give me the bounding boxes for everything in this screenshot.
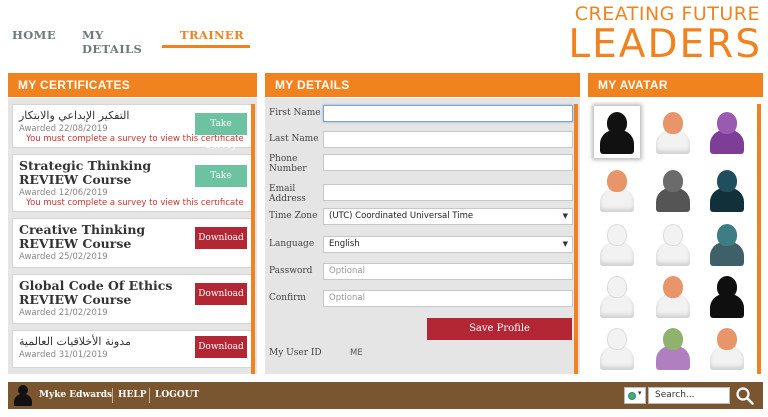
- avatar-head: [663, 276, 683, 298]
- avatar-head: [717, 224, 737, 246]
- avatar-man-ghutra[interactable]: [594, 218, 640, 270]
- email-input[interactable]: [323, 184, 573, 201]
- user-id-label: My User ID: [269, 348, 322, 358]
- avatar-head: [717, 112, 737, 134]
- search-icon[interactable]: [735, 386, 755, 406]
- details-scrollbar[interactable]: [574, 104, 578, 374]
- language-switcher[interactable]: ▾: [624, 387, 646, 404]
- save-profile-button[interactable]: Save Profile: [427, 318, 572, 340]
- download-button[interactable]: Download: [195, 227, 247, 249]
- email-label: Email Address: [269, 184, 306, 204]
- user-name-link[interactable]: Myke Edwards: [39, 382, 112, 409]
- globe-icon: [628, 392, 636, 400]
- avatar-black-hijab[interactable]: [594, 106, 640, 158]
- avatar-head: [717, 328, 737, 350]
- password-label: Password: [269, 266, 313, 276]
- avatar-head: [607, 112, 627, 134]
- avatar-teal-hijab[interactable]: [704, 218, 750, 270]
- avatar-head: [607, 276, 627, 298]
- chevron-down-icon: ▼: [562, 212, 568, 220]
- avatar-teal-niqab[interactable]: [704, 164, 750, 216]
- details-form: First Name Last Name Phone Number Email …: [265, 98, 580, 374]
- password-input[interactable]: Optional: [323, 263, 573, 280]
- avatar-man-red-ghutra[interactable]: [594, 270, 640, 322]
- avatar-head: [663, 170, 683, 192]
- language-label: Language: [269, 239, 315, 249]
- avatar-head: [663, 328, 683, 350]
- language-value: English: [329, 239, 360, 249]
- certificate-awarded: Awarded 25/02/2019: [19, 252, 108, 262]
- avatar-head: [717, 170, 737, 192]
- timezone-label: Time Zone: [269, 211, 318, 221]
- avatar-man-ghutra-2[interactable]: [594, 322, 640, 374]
- take-survey-button[interactable]: Take Survey: [195, 113, 247, 151]
- take-survey-button[interactable]: Take Survey: [195, 165, 247, 203]
- certificate-title: التفكير الإبداعي والابتكار: [19, 109, 130, 122]
- avatar-man-white-cap[interactable]: [650, 106, 696, 158]
- certificate-title: Strategic Thinking REVIEW Course: [19, 158, 152, 187]
- page: HOME MY DETAILS TRAINER CREATING FUTURE …: [0, 0, 768, 417]
- certificates-scrollbar[interactable]: [251, 104, 255, 374]
- certificate-card: Strategic Thinking REVIEW Course Awarded…: [12, 154, 254, 212]
- logo: CREATING FUTURE LEADERS: [568, 4, 760, 65]
- avatar-green-hijab[interactable]: [650, 322, 696, 374]
- footer-bar: Myke Edwards HELP LOGOUT ▾ Search...: [8, 382, 763, 409]
- confirm-label: Confirm: [269, 293, 306, 303]
- nav-trainer[interactable]: TRAINER: [162, 28, 250, 48]
- search-input[interactable]: Search...: [648, 387, 730, 404]
- avatar-head: [607, 224, 627, 246]
- timezone-value: (UTC) Coordinated Universal Time: [329, 211, 474, 221]
- nav-my-details[interactable]: MY DETAILS: [70, 28, 162, 56]
- chevron-down-icon: ▼: [562, 240, 568, 248]
- logo-line2: LEADERS: [568, 22, 762, 67]
- avatar-grid: [588, 98, 763, 374]
- avatar-man-glasses[interactable]: [704, 322, 750, 374]
- certificate-card: التفكير الإبداعي والابتكار Awarded 22/08…: [12, 104, 254, 151]
- chevron-down-icon: ▾: [638, 389, 642, 397]
- last-name-input[interactable]: [323, 131, 573, 148]
- download-button[interactable]: Download: [195, 336, 247, 358]
- avatar-header: MY AVATAR: [588, 73, 763, 97]
- language-select[interactable]: English ▼: [323, 236, 573, 253]
- avatar-head: [607, 328, 627, 350]
- help-link[interactable]: HELP: [118, 382, 146, 409]
- avatar-man-orange[interactable]: [594, 164, 640, 216]
- first-name-input[interactable]: [323, 105, 573, 122]
- phone-label: Phone Number: [269, 154, 307, 174]
- certificate-title: Global Code Of Ethics REVIEW Course: [19, 278, 173, 307]
- divider: [112, 388, 113, 403]
- avatar-scrollbar[interactable]: [757, 104, 761, 374]
- nav-home[interactable]: HOME: [0, 28, 70, 48]
- avatar-head: [607, 170, 627, 192]
- avatar-head: [717, 276, 737, 298]
- details-header: MY DETAILS: [265, 73, 580, 97]
- confirm-input[interactable]: Optional: [323, 290, 573, 307]
- phone-input[interactable]: [323, 154, 573, 171]
- user-icon: [14, 385, 32, 406]
- certificates-list: التفكير الإبداعي والابتكار Awarded 22/08…: [8, 98, 257, 374]
- timezone-select[interactable]: (UTC) Coordinated Universal Time ▼: [323, 208, 573, 225]
- avatar-purple-hijab[interactable]: [704, 106, 750, 158]
- avatar-man-beard[interactable]: [650, 270, 696, 322]
- certificate-card: مدونة الأخلاقيات العالمية Awarded 31/01/…: [12, 330, 254, 368]
- avatar-head: [663, 112, 683, 134]
- avatar-grey-hijab[interactable]: [650, 164, 696, 216]
- last-name-label: Last Name: [269, 134, 319, 144]
- certificate-awarded: Awarded 21/02/2019: [19, 308, 108, 318]
- certificate-card: Global Code Of Ethics REVIEW Course Awar…: [12, 274, 254, 324]
- certificate-title: Creative Thinking REVIEW Course: [19, 222, 146, 251]
- top-nav: HOME MY DETAILS TRAINER: [0, 28, 250, 56]
- download-button[interactable]: Download: [195, 283, 247, 305]
- avatar-black-niqab[interactable]: [704, 270, 750, 322]
- divider: [149, 388, 150, 403]
- certificate-card: Creative Thinking REVIEW Course Awarded …: [12, 218, 254, 268]
- avatar-man-ghutra-beard[interactable]: [650, 218, 696, 270]
- avatar-head: [663, 224, 683, 246]
- certificate-title: مدونة الأخلاقيات العالمية: [19, 335, 131, 348]
- logout-link[interactable]: LOGOUT: [155, 382, 199, 409]
- first-name-label: First Name: [269, 108, 321, 118]
- certificates-header: MY CERTIFICATES: [8, 73, 257, 97]
- user-id-value: ME: [350, 348, 363, 358]
